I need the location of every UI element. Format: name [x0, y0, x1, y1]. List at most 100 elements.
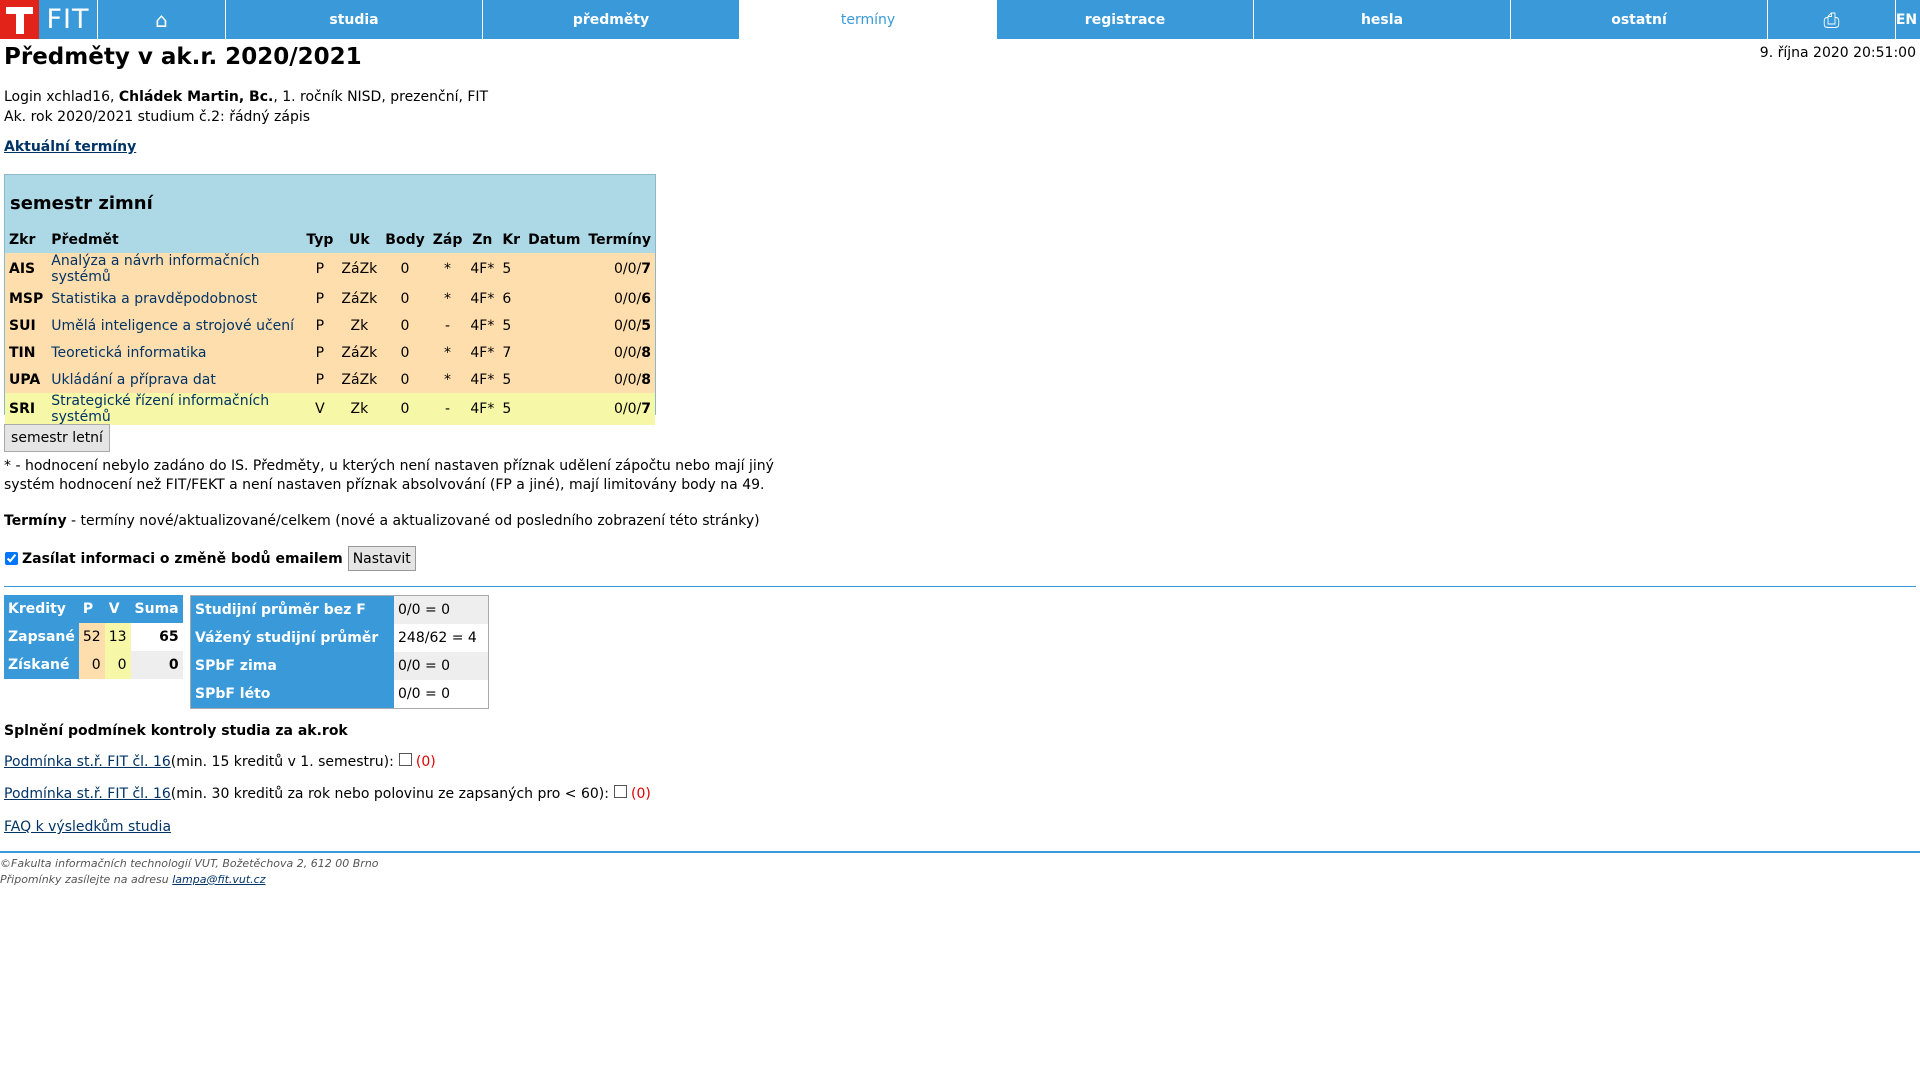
- course-name[interactable]: Ukládání a příprava dat: [47, 366, 303, 393]
- conditions-title: Splnění podmínek kontroly studia za ak.r…: [4, 723, 348, 739]
- fit-logo[interactable]: FIT: [0, 0, 97, 39]
- footer-contact-text: Připomínky zasílejte na adresu: [0, 873, 173, 886]
- course-type: P: [302, 253, 338, 285]
- course-code[interactable]: TIN: [5, 339, 48, 366]
- current-terms-link[interactable]: Aktuální termíny: [4, 139, 136, 155]
- course-code[interactable]: SRI: [5, 393, 48, 425]
- course-type: P: [302, 339, 338, 366]
- average-value: 0/0 = 0: [394, 680, 489, 709]
- nav-registrace[interactable]: registrace: [996, 0, 1253, 39]
- course-name[interactable]: Umělá inteligence a strojové učení: [47, 312, 303, 339]
- fit-logo-text: FIT: [39, 0, 97, 39]
- course-row: SRI Strategické řízení informačních syst…: [5, 393, 655, 425]
- average-row: SPbF léto 0/0 = 0: [190, 680, 489, 709]
- summer-semester-button[interactable]: semestr letní: [4, 424, 110, 452]
- nav-home[interactable]: ⌂: [97, 0, 225, 39]
- averages-table: Studijní průměr bez F 0/0 = 0 Vážený stu…: [190, 595, 489, 709]
- nav-print[interactable]: ⎙: [1767, 0, 1895, 39]
- col-type: Typ: [306, 232, 334, 248]
- nav-language-en[interactable]: EN: [1895, 0, 1917, 39]
- course-code[interactable]: AIS: [5, 253, 48, 285]
- terms-prefix: 0/0/: [614, 371, 642, 388]
- course-zap: *: [428, 253, 467, 285]
- top-navigation: FIT ⌂ studia předměty termíny registrace…: [0, 0, 1920, 39]
- email-notification-row: Zasílat informaci o změně bodů emailem N…: [4, 546, 416, 571]
- course-terms[interactable]: 0/0/8: [584, 339, 655, 366]
- course-name[interactable]: Strategické řízení informačních systémů: [47, 393, 303, 425]
- set-button[interactable]: Nastavit: [347, 546, 416, 571]
- course-uk: Zk: [337, 312, 382, 339]
- col-terms: Termíny: [588, 232, 651, 248]
- nav-studia[interactable]: studia: [225, 0, 482, 39]
- terms-prefix: 0/0/: [614, 317, 642, 334]
- nav-hesla[interactable]: hesla: [1253, 0, 1510, 39]
- terms-legend-text: - termíny nové/aktualizované/celkem (nov…: [66, 513, 760, 529]
- condition-checkbox: [398, 752, 412, 766]
- section-divider: [4, 586, 1916, 587]
- credits-header: Kredity: [4, 595, 79, 623]
- email-notification-checkbox[interactable]: [5, 552, 18, 565]
- course-terms[interactable]: 0/0/7: [584, 253, 655, 285]
- course-name[interactable]: Statistika a pravděpodobnost: [47, 285, 303, 312]
- terms-prefix: 0/0/: [614, 261, 642, 277]
- course-terms[interactable]: 0/0/5: [584, 312, 655, 339]
- nav-terminy[interactable]: termíny: [739, 0, 996, 39]
- average-label: Vážený studijní průměr: [190, 624, 394, 652]
- col-zap: Záp: [432, 232, 463, 248]
- condition-link[interactable]: Podmínka st.ř. FIT čl. 16: [4, 754, 171, 770]
- course-zn: 4F*: [466, 339, 499, 366]
- course-datum: [524, 339, 585, 366]
- col-body: Body: [385, 232, 425, 248]
- credits-table: Kredity P V Suma Zapsané 52 13 65 Získan…: [4, 595, 183, 679]
- condition-link[interactable]: Podmínka st.ř. FIT čl. 16: [4, 786, 171, 802]
- average-label: SPbF zima: [190, 652, 394, 680]
- credits-row-earned: Získané 0 0 0: [4, 651, 183, 679]
- course-code[interactable]: SUI: [5, 312, 48, 339]
- faq-link[interactable]: FAQ k výsledkům studia: [4, 819, 171, 835]
- course-datum: [524, 253, 585, 285]
- terms-total: 7: [641, 261, 651, 277]
- course-row: MSP Statistika a pravděpodobnost P ZáZk …: [5, 285, 655, 312]
- credits-header-sum: Suma: [130, 595, 183, 623]
- course-code[interactable]: UPA: [5, 366, 48, 393]
- credits-v-value: 0: [104, 651, 131, 679]
- course-uk: ZáZk: [337, 253, 382, 285]
- terms-legend-label: Termíny: [4, 513, 67, 529]
- course-uk: ZáZk: [337, 285, 382, 312]
- course-zap: -: [428, 393, 467, 425]
- average-label: SPbF léto: [190, 680, 394, 709]
- semester-title: semestr zimní: [10, 193, 153, 214]
- condition-checkbox: [614, 784, 627, 798]
- course-name[interactable]: Teoretická informatika: [47, 339, 303, 366]
- course-type: P: [302, 366, 338, 393]
- col-code: Zkr: [9, 232, 36, 248]
- terms-prefix: 0/0/: [614, 401, 642, 417]
- course-terms[interactable]: 0/0/6: [584, 285, 655, 312]
- email-notification-label: Zasílat informaci o změně bodů emailem: [22, 550, 343, 567]
- condition-row: Podmínka st.ř. FIT čl. 16 (min. 30 kredi…: [4, 784, 651, 802]
- credits-row-label: Získané: [4, 651, 79, 679]
- course-terms[interactable]: 0/0/7: [584, 393, 655, 425]
- credits-header-p: P: [78, 595, 105, 623]
- course-zn: 4F*: [466, 393, 499, 425]
- nav-predmety[interactable]: předměty: [482, 0, 739, 39]
- average-row: SPbF zima 0/0 = 0: [190, 652, 489, 680]
- student-info: Login xchlad16, Chládek Martin, Bc., 1. …: [4, 87, 488, 127]
- nav-ostatni[interactable]: ostatní: [1510, 0, 1767, 39]
- credits-header-v: V: [104, 595, 131, 623]
- footer-email-link[interactable]: lampa@fit.vut.cz: [172, 873, 265, 886]
- course-datum: [524, 366, 585, 393]
- course-uk: ZáZk: [337, 366, 382, 393]
- course-body: 0: [381, 312, 429, 339]
- course-row: AIS Analýza a návrh informačních systémů…: [5, 253, 655, 285]
- course-name[interactable]: Analýza a návrh informačních systémů: [47, 253, 303, 285]
- course-terms[interactable]: 0/0/8: [584, 366, 655, 393]
- vut-t-logo-icon: [0, 0, 39, 39]
- courses-header-row: Zkr Předmět Typ Uk Body Záp Zn Kr Datum …: [5, 227, 655, 253]
- credits-p-value: 52: [78, 623, 105, 651]
- course-kr: 5: [498, 312, 525, 339]
- condition-value: (0): [415, 754, 436, 770]
- terms-total: 5: [641, 317, 651, 334]
- course-row: TIN Teoretická informatika P ZáZk 0 * 4F…: [5, 339, 655, 366]
- course-code[interactable]: MSP: [5, 285, 48, 312]
